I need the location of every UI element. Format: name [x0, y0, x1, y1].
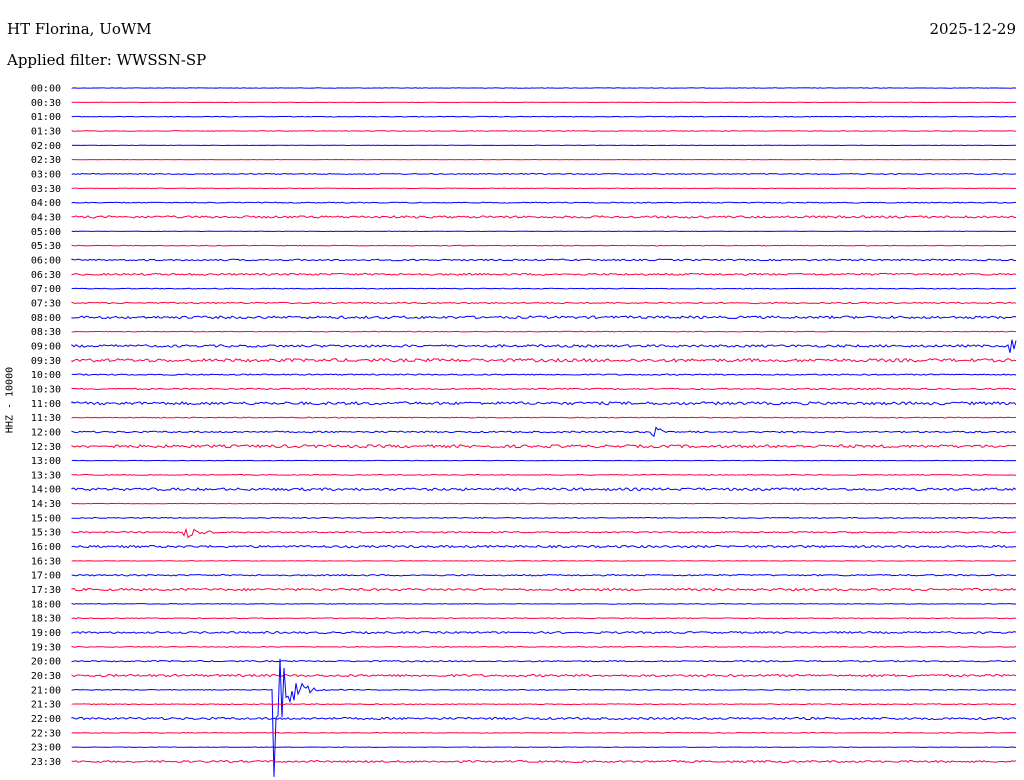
- time-label-1830: 18:30: [31, 614, 61, 625]
- trace-2330: [71, 759, 1017, 764]
- trace-1200: [71, 426, 1017, 438]
- time-label-0730: 07:30: [31, 298, 61, 309]
- trace-0300: [71, 172, 1017, 175]
- time-label-0900: 09:00: [31, 341, 61, 352]
- trace-0400: [71, 201, 1017, 204]
- time-label-1630: 16:30: [31, 556, 61, 567]
- trace-1400: [71, 487, 1017, 492]
- trace-0100: [71, 115, 1017, 118]
- time-label-0530: 05:30: [31, 241, 61, 252]
- trace-1530: [71, 527, 1017, 539]
- time-label-1300: 13:00: [31, 456, 61, 467]
- time-label-1500: 15:00: [31, 513, 61, 524]
- trace-0930: [71, 357, 1017, 363]
- time-label-1900: 19:00: [31, 628, 61, 639]
- trace-1730: [71, 587, 1017, 592]
- time-label-2000: 20:00: [31, 657, 61, 668]
- time-label-1100: 11:00: [31, 399, 61, 410]
- trace-0600: [71, 258, 1017, 262]
- trace-1130: [71, 416, 1017, 419]
- time-label-0030: 00:30: [31, 98, 61, 109]
- helicorder-plot: 00:00 00:30 01:00 01:30 02:00 02:30 03:00 03:30…: [31, 84, 1017, 777]
- trace-0630: [71, 272, 1017, 276]
- time-label-1700: 17:00: [31, 571, 61, 582]
- time-label-1400: 14:00: [31, 485, 61, 496]
- trace-1230: [71, 444, 1017, 449]
- time-label-2300: 23:00: [31, 743, 61, 754]
- time-label-0930: 09:30: [31, 356, 61, 367]
- time-label-0830: 08:30: [31, 327, 61, 338]
- trace-1000: [71, 373, 1017, 376]
- time-label-1000: 10:00: [31, 370, 61, 381]
- trace-2030: [71, 673, 1017, 678]
- time-label-1200: 12:00: [31, 427, 61, 438]
- time-label-1330: 13:30: [31, 470, 61, 481]
- time-label-1530: 15:30: [31, 528, 61, 539]
- trace-1830: [71, 617, 1017, 620]
- time-label-1800: 18:00: [31, 599, 61, 610]
- time-label-0630: 06:30: [31, 270, 61, 281]
- time-label-2100: 21:00: [31, 685, 61, 696]
- trace-1600: [71, 544, 1017, 549]
- trace-1900: [71, 630, 1017, 635]
- time-label-0130: 01:30: [31, 126, 61, 137]
- trace-0800: [71, 315, 1017, 320]
- time-label-0700: 07:00: [31, 284, 61, 295]
- time-label-0430: 04:30: [31, 212, 61, 223]
- trace-1700: [71, 573, 1017, 577]
- trace-0830: [71, 330, 1017, 333]
- time-label-0800: 08:00: [31, 313, 61, 324]
- time-label-1600: 16:00: [31, 542, 61, 553]
- trace-1100: [71, 401, 1017, 406]
- time-label-0000: 00:00: [31, 84, 61, 95]
- time-label-0200: 02:00: [31, 141, 61, 152]
- seismic-traces: [71, 87, 1017, 777]
- trace-0130: [71, 130, 1017, 132]
- time-label-1030: 10:30: [31, 384, 61, 395]
- time-label-0600: 06:00: [31, 255, 61, 266]
- trace-0900: [71, 339, 1017, 353]
- trace-2130: [71, 703, 1017, 706]
- time-label-2030: 20:30: [31, 671, 61, 682]
- time-label-0400: 04:00: [31, 198, 61, 209]
- trace-2000: [71, 659, 1017, 663]
- time-label-0100: 01:00: [31, 112, 61, 123]
- trace-2200: [71, 716, 1017, 721]
- time-label-0300: 03:00: [31, 169, 61, 180]
- time-label-2200: 22:00: [31, 714, 61, 725]
- time-label-1230: 12:30: [31, 442, 61, 453]
- trace-0730: [71, 301, 1017, 305]
- trace-1330: [71, 473, 1017, 476]
- time-label-1930: 19:30: [31, 642, 61, 653]
- time-label-2330: 23:30: [31, 757, 61, 768]
- time-label-0230: 02:30: [31, 155, 61, 166]
- time-label-1730: 17:30: [31, 585, 61, 596]
- time-tick-labels: 00:00 00:30 01:00 01:30 02:00 02:30 03:00 03:30…: [31, 84, 61, 769]
- trace-1500: [71, 516, 1017, 519]
- time-label-2230: 22:30: [31, 728, 61, 739]
- time-label-0330: 03:30: [31, 184, 61, 195]
- trace-0700: [71, 287, 1017, 290]
- trace-1800: [71, 603, 1017, 605]
- time-label-1430: 14:30: [31, 499, 61, 510]
- time-label-1130: 11:30: [31, 413, 61, 424]
- trace-1930: [71, 645, 1017, 648]
- trace-1030: [71, 387, 1017, 391]
- time-label-0500: 05:00: [31, 227, 61, 238]
- trace-0430: [71, 215, 1017, 219]
- time-label-2130: 21:30: [31, 700, 61, 711]
- trace-0530: [71, 244, 1017, 247]
- trace-2230: [71, 732, 1017, 734]
